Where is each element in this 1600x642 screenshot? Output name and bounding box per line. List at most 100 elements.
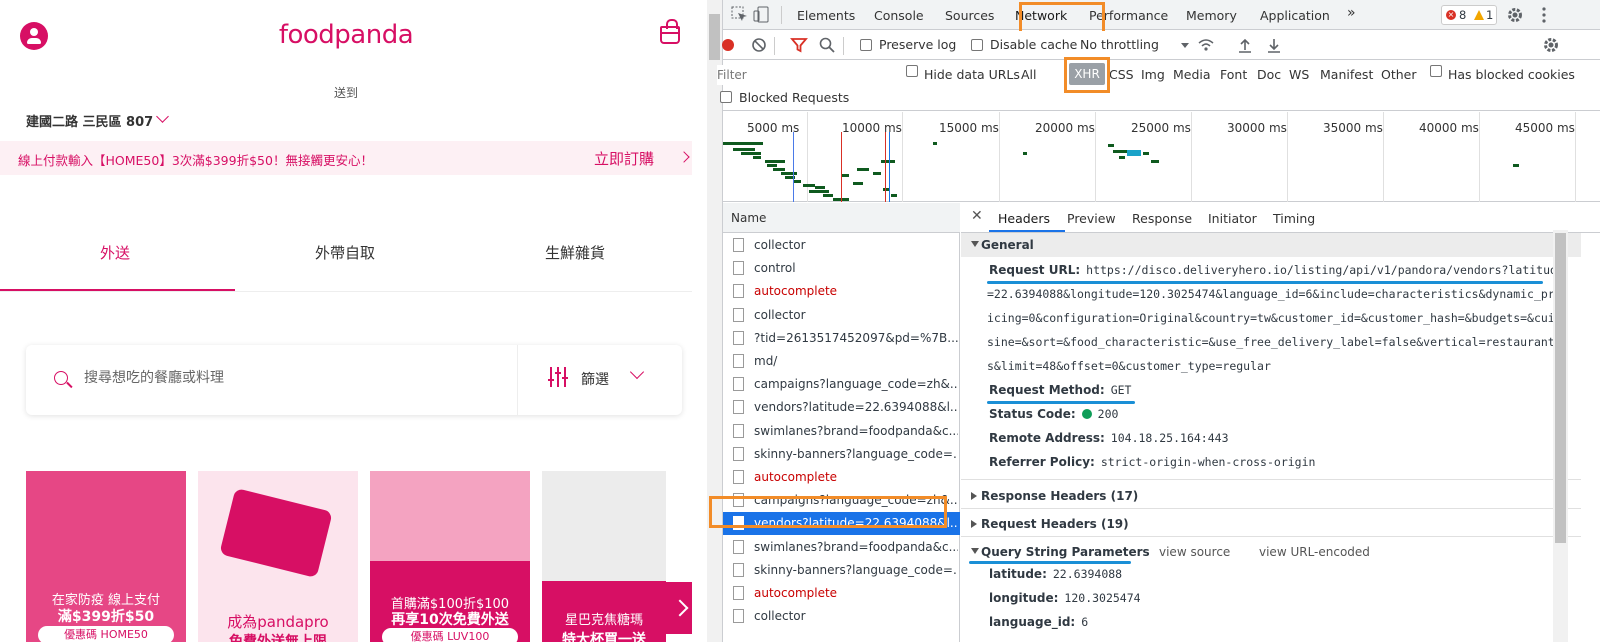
filter-type-other[interactable]: Other [1381,67,1417,82]
name-column-header[interactable]: Name [723,203,960,233]
search-icon[interactable] [818,36,836,54]
cart-bag-icon[interactable] [660,19,680,44]
filter-type-css[interactable]: CSS [1109,67,1134,82]
request-method-underline [987,401,1135,404]
inspect-element-icon[interactable] [731,6,749,24]
filter-input[interactable] [717,65,897,85]
remote-address-value: 104.18.25.164:443 [1110,431,1229,445]
view-url-encoded-link[interactable]: view URL-encoded [1259,545,1370,559]
tab-application[interactable]: Application [1260,8,1330,23]
tab-console[interactable]: Console [874,8,924,23]
throttling-select[interactable]: No throttling [1080,37,1159,52]
foodpanda-logo[interactable]: foodpanda [0,20,692,50]
request-row[interactable]: collector [723,304,960,327]
request-row[interactable]: autocomplete [723,466,960,489]
request-row[interactable]: autocomplete [723,582,960,605]
request-row[interactable]: vendors?latitude=22.6394088&l... [723,396,960,419]
filter-type-xhr[interactable]: XHR [1069,63,1105,85]
request-row[interactable]: autocomplete [723,280,960,303]
promo-order-now-link[interactable]: 立即訂購 [594,148,654,169]
timeline-request-bar [933,142,937,145]
has-blocked-cookies-checkbox[interactable] [1430,65,1442,77]
triangle-right-icon [971,492,977,500]
more-options-icon[interactable] [1535,6,1553,24]
tab-sources[interactable]: Sources [945,8,994,23]
response-headers-section-header[interactable]: Response Headers (17) [961,484,1581,508]
request-row[interactable]: md/ [723,350,960,373]
request-row[interactable]: campaigns?language_code=zh&... [723,373,960,396]
filter-type-ws[interactable]: WS [1289,67,1309,82]
request-row[interactable]: ?tid=2613517452097&pd=%7B... [723,327,960,350]
tab-preview[interactable]: Preview [1067,211,1116,226]
request-row[interactable]: swimlanes?brand=foodpanda&c... [723,420,960,443]
export-har-icon[interactable] [1265,36,1283,54]
network-overview-timeline[interactable]: 5000 ms 10000 ms 15000 ms 20000 ms 25000 ms 3… [723,112,1600,202]
chevron-down-icon[interactable] [156,110,169,123]
warning-count: 1 [1486,8,1494,22]
tab-pickup[interactable]: 外帶自取 [230,242,460,263]
file-icon [733,586,744,600]
filter-type-media[interactable]: Media [1173,67,1211,82]
tab-memory[interactable]: Memory [1186,8,1237,23]
timeline-request-bar [767,164,777,167]
tab-headers[interactable]: Headers [998,211,1050,226]
request-row[interactable]: collector [723,605,960,628]
close-icon[interactable]: ✕ [971,208,983,224]
clear-icon[interactable] [750,36,768,54]
hide-data-urls-checkbox[interactable] [906,65,918,77]
chevron-down-icon[interactable] [629,364,645,380]
tab-response[interactable]: Response [1132,211,1192,226]
request-name: vendors?latitude=22.6394088&l... [754,400,958,415]
tab-elements[interactable]: Elements [797,8,855,23]
tab-grocery[interactable]: 生鮮雜貨 [460,242,690,263]
blocked-requests-checkbox[interactable] [720,91,732,103]
filter-type-manifest[interactable]: Manifest [1320,67,1373,82]
tab-timing[interactable]: Timing [1273,211,1315,226]
promo-card-home50[interactable]: 在家防疫 線上支付 滿$399折$50 優惠碼 HOME50 [26,471,186,642]
request-row[interactable]: skinny-banners?language_code=... [723,443,960,466]
promo-card-starbucks[interactable]: 星巴克焦糖瑪 特大杯買一送 [542,471,666,642]
timeline-tick-label: 15000 ms [939,121,999,135]
request-row[interactable]: swimlanes?brand=foodpanda&c... [723,536,960,559]
filter-funnel-icon[interactable] [790,36,808,54]
settings-gear-icon[interactable] [1506,6,1524,24]
dropdown-arrow-icon[interactable] [1181,43,1189,48]
status-code-label: Status Code: [989,407,1076,421]
delivery-address[interactable]: 建國二路 三民區 807 [26,111,153,130]
promo-card-pandapro[interactable]: 成為pandapro 免費外送無上限 [198,471,358,642]
request-row[interactable]: collector [723,234,960,257]
tab-initiator[interactable]: Initiator [1208,211,1257,226]
preserve-log-checkbox[interactable] [860,39,872,51]
issues-counter[interactable]: × 8 1 [1441,5,1497,25]
promo-card-luv100[interactable]: 首購滿$100折$100 再享10次免費外送 優惠碼 LUV100 [370,471,530,642]
import-har-icon[interactable] [1236,36,1254,54]
restaurant-search-input[interactable] [84,364,484,392]
timeline-tick-label: 40000 ms [1419,121,1479,135]
general-section-header[interactable]: General [961,233,1581,257]
remote-address-row: Remote Address: 104.18.25.164:443 [989,431,1229,445]
device-toolbar-icon[interactable] [753,6,771,24]
filter-sliders-icon[interactable] [548,367,568,389]
request-row[interactable]: skinny-banners?language_code=... [723,559,960,582]
filter-type-doc[interactable]: Doc [1257,67,1281,82]
carousel-next-button[interactable] [660,582,692,634]
request-row[interactable]: control [723,257,960,280]
view-source-link[interactable]: view source [1159,545,1230,559]
detail-scrollbar-thumb[interactable] [1555,233,1566,543]
filter-type-all[interactable]: All [1021,67,1037,82]
disable-cache-checkbox[interactable] [971,39,983,51]
record-icon[interactable] [719,36,737,54]
network-conditions-icon[interactable] [1197,36,1215,54]
filter-type-font[interactable]: Font [1220,67,1247,82]
timeline-gridline [1095,112,1096,202]
request-headers-section-header[interactable]: Request Headers (19) [961,512,1581,536]
timeline-request-bar [733,148,755,151]
filter-type-img[interactable]: Img [1141,67,1165,82]
timeline-request-bar [723,142,763,145]
filter-label[interactable]: 篩選 [581,369,609,389]
network-settings-gear-icon[interactable] [1542,36,1560,54]
referrer-policy-value: strict-origin-when-cross-origin [1100,455,1316,469]
promo-banner[interactable]: 線上付款輸入【HOME50】3次滿$399折$50！無接觸更安心！ 立即訂購 [0,141,692,175]
more-tabs-button[interactable]: » [1347,5,1356,21]
tab-delivery[interactable]: 外送 [0,242,230,263]
